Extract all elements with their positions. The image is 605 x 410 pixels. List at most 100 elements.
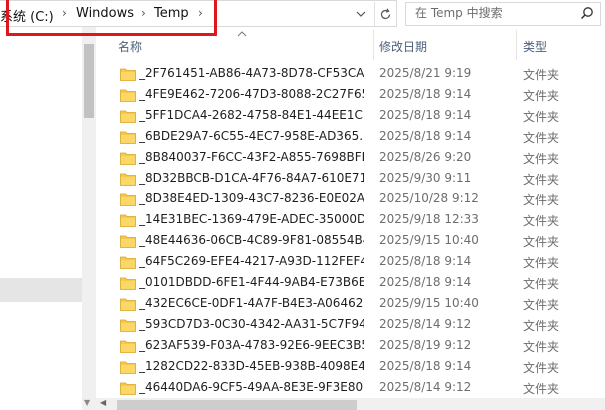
folder-icon	[120, 297, 136, 311]
nav-scrollbar-thumb[interactable]	[84, 44, 94, 118]
file-type: 文件夹	[523, 360, 560, 375]
folder-icon	[120, 276, 136, 290]
file-name: _623AF539-F03A-4783-92E6-9EEC3B5...	[139, 337, 364, 352]
file-date: 2025/8/19 9:12	[379, 337, 472, 352]
file-date: 2025/9/15 10:40	[379, 295, 479, 310]
file-date: 2025/8/21 9:19	[379, 66, 472, 80]
file-type: 文件夹	[523, 68, 560, 82]
file-name: _0101DBDD-6FE1-4F44-9AB4-E73B6E...	[139, 275, 364, 289]
file-row[interactable]: _5FF1DCA4-2682-4758-84E1-44EE1C... 2025/8…	[96, 106, 605, 127]
file-name: _2F761451-AB86-4A73-8D78-CF53CA...	[139, 66, 364, 80]
file-date: 2025/8/14 9:12	[379, 379, 472, 394]
file-name: _46440DA6-9CF5-49AA-8E3E-9F3E80...	[139, 379, 364, 394]
file-row[interactable]: _623AF539-F03A-4783-92E6-9EEC3B5... 2025/…	[96, 336, 605, 357]
file-name: _8D38E4ED-1309-43C7-8236-E0E02A...	[139, 191, 364, 206]
folder-icon	[120, 213, 136, 228]
column-header-name[interactable]: 名称	[118, 38, 142, 55]
folder-icon	[120, 381, 136, 395]
file-type: 文件夹	[523, 297, 560, 312]
folder-icon	[120, 318, 136, 332]
column-divider[interactable]	[373, 30, 374, 60]
search-icon[interactable]	[580, 6, 594, 23]
file-row[interactable]: _6BDE29A7-6C55-4EC7-958E-AD365... 2025/8/…	[96, 127, 605, 148]
file-row[interactable]: _46440DA6-9CF5-49AA-8E3E-9F3E80... 2025/8…	[96, 378, 605, 399]
file-name: _1282CD22-833D-45EB-938B-4098E4...	[139, 358, 364, 373]
column-divider[interactable]	[516, 30, 517, 60]
search-input[interactable]	[415, 6, 565, 20]
file-date: 2025/10/28 9:12	[379, 191, 479, 206]
file-date: 2025/8/18 9:14	[379, 107, 472, 122]
file-name: _14E31BEC-1369-479E-ADEC-35000D...	[139, 212, 364, 227]
folder-icon	[120, 88, 136, 102]
file-name: _432EC6CE-0DF1-4A7F-B4E3-A06462...	[139, 295, 364, 310]
folder-icon	[120, 130, 136, 144]
file-date: 2025/8/26 9:20	[379, 149, 472, 164]
file-row[interactable]: _593CD7D3-0C30-4342-AA31-5C7F94... 2025/8…	[96, 315, 605, 336]
file-type: 文件夹	[523, 109, 560, 124]
address-history-button[interactable]	[352, 2, 370, 26]
file-type: 文件夹	[523, 151, 560, 166]
folder-icon	[120, 234, 136, 249]
file-name: _593CD7D3-0C30-4342-AA31-5C7F94...	[139, 316, 364, 331]
file-type: 文件夹	[523, 172, 560, 187]
folder-icon	[120, 255, 136, 269]
horizontal-scrollbar-thumb[interactable]	[117, 400, 357, 410]
file-date: 2025/8/18 9:14	[379, 358, 472, 373]
file-row[interactable]: _2F761451-AB86-4A73-8D78-CF53CA... 2025/8…	[96, 64, 605, 85]
folder-icon	[120, 360, 136, 374]
file-name: _4FE9E462-7206-47D3-8088-2C27F65...	[139, 86, 364, 101]
file-type: 文件夹	[523, 277, 560, 291]
file-type: 文件夹	[523, 193, 560, 208]
file-type: 文件夹	[523, 256, 560, 271]
file-name: _64F5C269-EFE4-4217-A93D-112FEF4...	[139, 254, 364, 269]
column-header-type[interactable]: 类型	[523, 38, 547, 55]
file-name: _8D32BBCB-D1CA-4F76-84A7-610E71...	[139, 170, 364, 185]
file-type: 文件夹	[523, 339, 560, 354]
nav-selected-item[interactable]	[0, 278, 82, 302]
file-type: 文件夹	[523, 381, 560, 396]
file-row[interactable]: _8D38E4ED-1309-43C7-8236-E0E02A... 2025/1…	[96, 189, 605, 210]
search-box[interactable]	[405, 2, 601, 26]
scroll-left-arrow-icon[interactable]: ◀	[100, 398, 106, 407]
file-row[interactable]: _64F5C269-EFE4-4217-A93D-112FEF4... 2025/…	[96, 252, 605, 273]
file-row[interactable]: _0101DBDD-6FE1-4F44-9AB4-E73B6E... 2025/8…	[96, 273, 605, 294]
file-date: 2025/8/18 9:14	[379, 275, 472, 289]
file-date: 2025/8/14 9:12	[379, 316, 472, 331]
column-header-date[interactable]: 修改日期	[379, 38, 427, 55]
refresh-icon	[380, 7, 391, 19]
file-type: 文件夹	[523, 318, 560, 333]
file-row[interactable]: _1282CD22-833D-45EB-938B-4098E4... 2025/8…	[96, 357, 605, 378]
folder-icon	[120, 67, 136, 81]
file-type: 文件夹	[523, 235, 560, 250]
folder-icon	[120, 109, 136, 123]
highlight-box	[6, 0, 217, 36]
file-date: 2025/9/15 10:40	[379, 233, 479, 248]
file-row[interactable]: _432EC6CE-0DF1-4A7F-B4E3-A06462... 2025/9…	[96, 294, 605, 315]
sort-ascending-icon	[237, 26, 247, 40]
file-row[interactable]: _14E31BEC-1369-479E-ADEC-35000D... 2025/9…	[96, 210, 605, 231]
folder-icon	[120, 192, 136, 207]
file-date: 2025/8/18 9:14	[379, 254, 472, 269]
file-date: 2025/8/18 9:14	[379, 128, 472, 143]
file-type: 文件夹	[523, 130, 560, 145]
file-row[interactable]: _8B840037-F6CC-43F2-A855-7698BFB... 2025/…	[96, 148, 605, 169]
chevron-down-icon	[356, 11, 366, 17]
file-type: 文件夹	[523, 214, 560, 229]
folder-icon	[120, 339, 136, 353]
file-row[interactable]: _4FE9E462-7206-47D3-8088-2C27F65... 2025/…	[96, 85, 605, 106]
file-name: _6BDE29A7-6C55-4EC7-958E-AD365...	[139, 128, 364, 143]
file-date: 2025/9/30 9:11	[379, 170, 472, 185]
navigation-pane[interactable]	[0, 27, 82, 410]
file-row[interactable]: _48E44636-06CB-4C89-9F81-08554B4... 2025/…	[96, 231, 605, 252]
file-date: 2025/9/18 12:33	[379, 212, 479, 227]
file-name: _8B840037-F6CC-43F2-A855-7698BFB...	[139, 149, 364, 164]
scroll-down-arrow-icon[interactable]: ▼	[84, 398, 90, 407]
file-name: _5FF1DCA4-2682-4758-84E1-44EE1C...	[139, 107, 364, 122]
folder-icon	[120, 172, 136, 186]
folder-icon	[120, 151, 136, 165]
file-type: 文件夹	[523, 88, 560, 103]
file-name: _48E44636-06CB-4C89-9F81-08554B4...	[139, 233, 364, 248]
refresh-button[interactable]	[374, 2, 396, 26]
file-date: 2025/8/18 9:14	[379, 86, 472, 101]
file-row[interactable]: _8D32BBCB-D1CA-4F76-84A7-610E71... 2025/9…	[96, 169, 605, 190]
